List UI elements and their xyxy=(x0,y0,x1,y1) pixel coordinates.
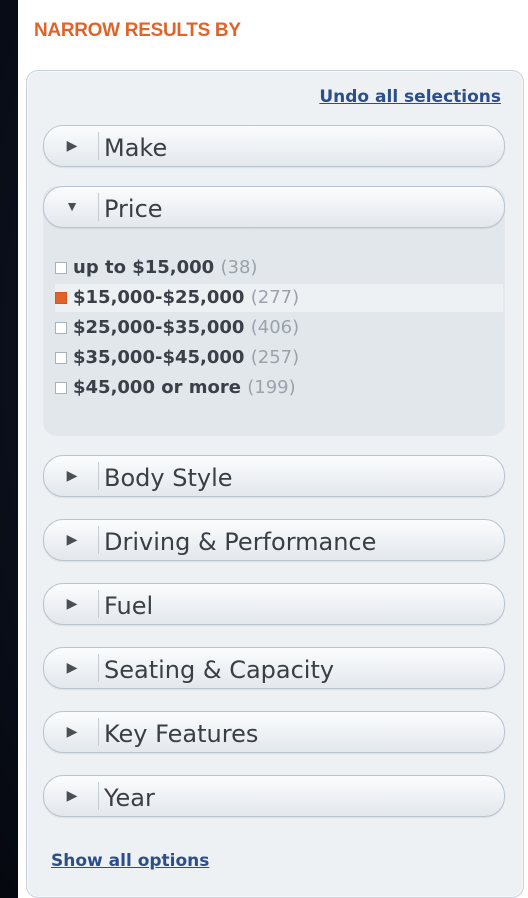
triangle-right-icon: ▶ xyxy=(66,137,78,153)
triangle-right-icon: ▶ xyxy=(66,531,78,547)
divider xyxy=(98,193,99,221)
option-count: (277) xyxy=(250,287,300,308)
accordion-label: Year xyxy=(104,784,155,812)
accordion-label: Key Features xyxy=(104,720,259,748)
divider xyxy=(98,132,99,160)
divider xyxy=(98,718,99,746)
divider xyxy=(98,782,99,810)
accordion-driving-performance[interactable]: ▶ Driving & Performance xyxy=(43,519,505,561)
triangle-right-icon: ▶ xyxy=(66,467,78,483)
accordion-key-features[interactable]: ▶ Key Features xyxy=(43,711,505,753)
option-label: $25,000-$35,000 xyxy=(73,317,245,338)
accordion-body-style[interactable]: ▶ Body Style xyxy=(43,455,505,497)
price-filter-group: ▼ Price up to $15,000 (38) $15,000-$25,0… xyxy=(43,186,505,436)
option-count: (199) xyxy=(247,377,296,398)
option-label: up to $15,000 xyxy=(73,257,215,278)
option-count: (38) xyxy=(220,257,258,278)
option-count: (257) xyxy=(250,347,300,368)
divider xyxy=(98,590,99,618)
checkbox[interactable] xyxy=(55,322,67,334)
triangle-down-icon: ▼ xyxy=(65,198,79,214)
price-option-5[interactable]: $45,000 or more (199) xyxy=(55,374,503,402)
option-label: $35,000-$45,000 xyxy=(73,347,245,368)
accordion-label: Make xyxy=(104,134,168,162)
checkbox[interactable] xyxy=(55,352,67,364)
accordion-label: Price xyxy=(104,195,163,223)
accordion-make[interactable]: ▶ Make xyxy=(43,125,505,167)
section-heading: NARROW RESULTS BY xyxy=(34,20,241,41)
filter-panel: Undo all selections ▶ Make ▼ Price up to… xyxy=(26,70,524,898)
accordion-year[interactable]: ▶ Year xyxy=(43,775,505,817)
price-option-1[interactable]: up to $15,000 (38) xyxy=(55,254,503,282)
checkbox[interactable] xyxy=(55,262,67,274)
divider xyxy=(98,462,99,490)
accordion-label: Body Style xyxy=(104,464,233,492)
divider xyxy=(98,654,99,682)
accordion-fuel[interactable]: ▶ Fuel xyxy=(43,583,505,625)
option-count: (406) xyxy=(250,317,300,338)
option-label: $15,000-$25,000 xyxy=(73,287,245,308)
option-label: $45,000 or more xyxy=(73,377,241,398)
checkbox[interactable] xyxy=(55,382,67,394)
triangle-right-icon: ▶ xyxy=(66,787,78,803)
accordion-label: Fuel xyxy=(104,592,154,620)
triangle-right-icon: ▶ xyxy=(66,723,78,739)
triangle-right-icon: ▶ xyxy=(66,659,78,675)
divider xyxy=(98,526,99,554)
accordion-label: Seating & Capacity xyxy=(104,656,335,684)
checkbox[interactable] xyxy=(55,292,67,304)
accordion-price[interactable]: ▼ Price xyxy=(43,186,505,228)
price-option-3[interactable]: $25,000-$35,000 (406) xyxy=(55,314,503,342)
price-option-2[interactable]: $15,000-$25,000 (277) xyxy=(55,284,503,312)
triangle-right-icon: ▶ xyxy=(66,595,78,611)
accordion-label: Driving & Performance xyxy=(104,528,377,556)
undo-all-link[interactable]: Undo all selections xyxy=(319,87,501,107)
price-option-4[interactable]: $35,000-$45,000 (257) xyxy=(55,344,503,372)
show-all-options-link[interactable]: Show all options xyxy=(51,851,209,871)
accordion-seating-capacity[interactable]: ▶ Seating & Capacity xyxy=(43,647,505,689)
